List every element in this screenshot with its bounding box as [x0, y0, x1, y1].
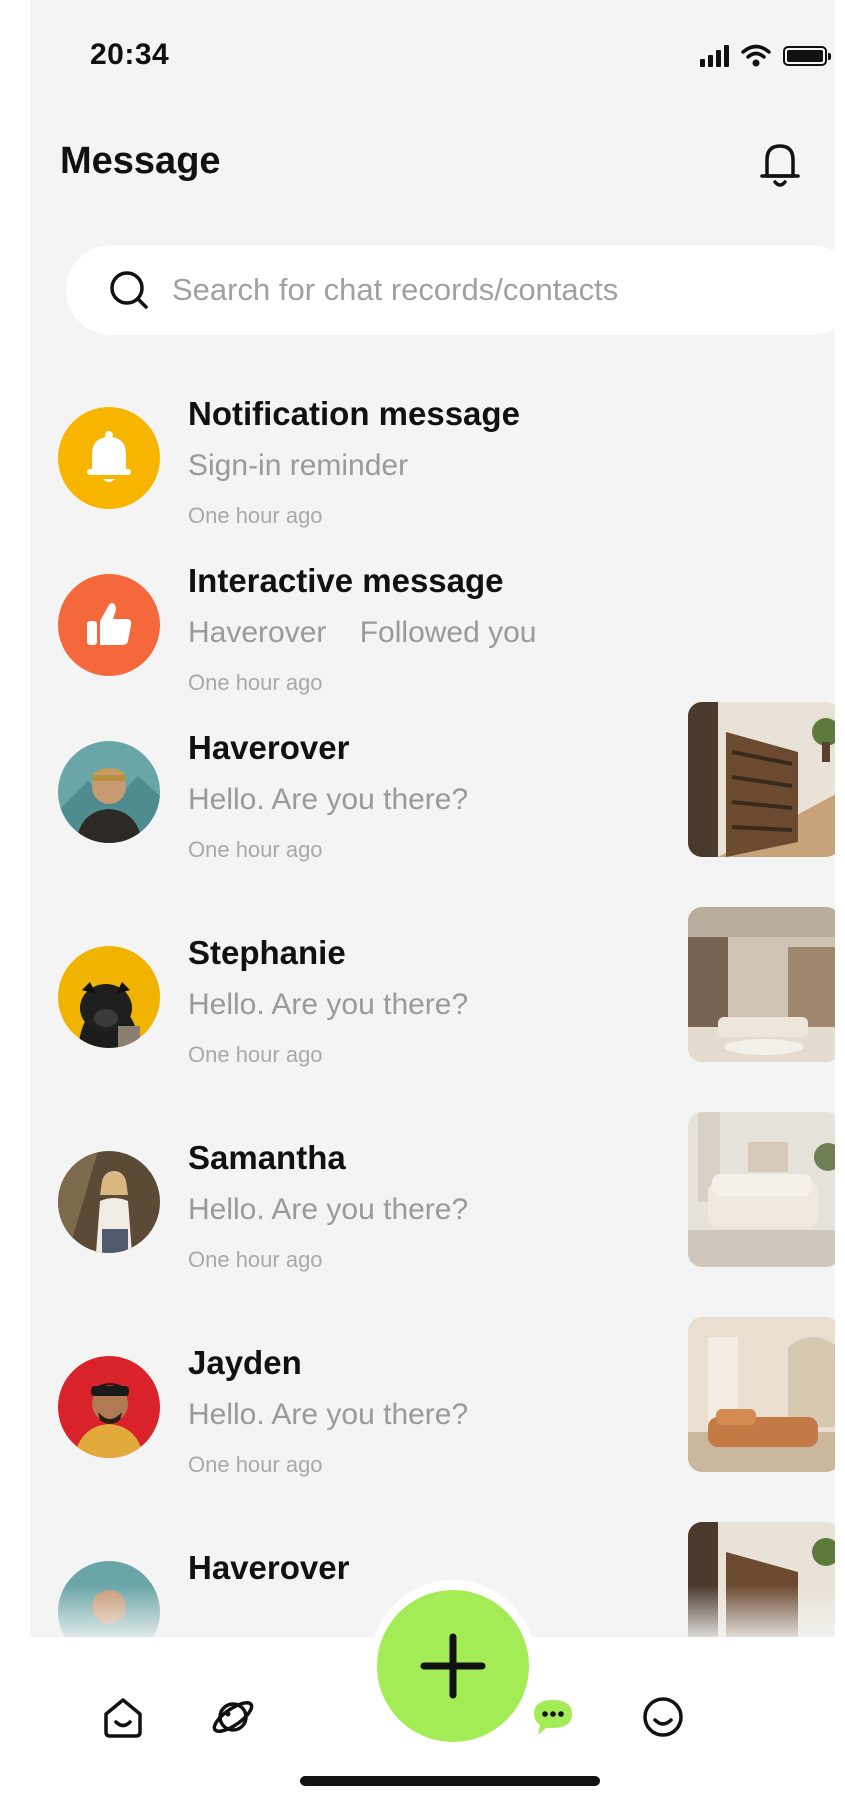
message-time: One hour ago	[188, 1247, 323, 1272]
add-icon	[420, 1633, 486, 1699]
list-item-notification[interactable]: Notification message Sign-in reminder On…	[30, 395, 835, 585]
status-icons	[700, 44, 831, 68]
contact-name: Haverover	[188, 1549, 350, 1586]
avatar	[58, 1356, 160, 1458]
list-item-chat[interactable]: Haverover Hello. Are you there? One hour…	[30, 702, 835, 919]
message-time: One hour ago	[188, 837, 323, 862]
avatar	[58, 1151, 160, 1253]
planet-icon[interactable]	[208, 1692, 258, 1742]
message-time: One hour ago	[188, 1042, 323, 1067]
home-icon[interactable]	[98, 1692, 148, 1742]
message-preview: Sign-in reminder	[188, 449, 409, 482]
list-item-chat[interactable]: Samantha Hello. Are you there? One hour …	[30, 1112, 835, 1329]
search-bar[interactable]	[66, 245, 835, 335]
message-preview: Haverover Followed you	[188, 616, 537, 649]
add-button[interactable]	[377, 1590, 529, 1742]
contact-name: Interactive message	[188, 562, 504, 599]
list-item-chat[interactable]: Stephanie Hello. Are you there? One hour…	[30, 907, 835, 1124]
home-indicator	[300, 1776, 600, 1786]
thumbs-up-icon	[87, 603, 132, 645]
message-time: One hour ago	[188, 503, 323, 528]
profile-icon[interactable]	[638, 1692, 688, 1742]
contact-name: Notification message	[188, 395, 520, 432]
status-time: 20:34	[90, 38, 170, 71]
contact-name: Stephanie	[188, 934, 346, 971]
thumbnail-image[interactable]	[688, 702, 835, 857]
message-preview: Hello. Are you there?	[188, 1193, 469, 1226]
message-time: One hour ago	[188, 1452, 323, 1477]
page-title: Message	[60, 140, 221, 182]
message-preview: Hello. Are you there?	[188, 783, 469, 816]
wifi-icon	[741, 44, 771, 67]
interactive-avatar	[58, 574, 160, 676]
thumbnail-image[interactable]	[688, 1112, 835, 1267]
contact-name: Haverover	[188, 729, 350, 766]
thumbnail-image[interactable]	[688, 907, 835, 1062]
contact-name: Jayden	[188, 1344, 302, 1381]
contact-name: Samantha	[188, 1139, 346, 1176]
search-icon	[110, 271, 148, 309]
notification-avatar	[58, 407, 160, 509]
message-preview: Hello. Are you there?	[188, 1398, 469, 1431]
message-preview: Hello. Are you there?	[188, 988, 469, 1021]
message-time: One hour ago	[188, 670, 323, 695]
bell-icon	[87, 431, 131, 482]
bell-icon[interactable]	[755, 138, 805, 192]
list-item-chat[interactable]: Jayden Hello. Are you there? One hour ag…	[30, 1317, 835, 1534]
message-icon[interactable]	[528, 1692, 578, 1742]
signal-icon	[700, 45, 729, 67]
avatar	[58, 741, 160, 843]
search-input[interactable]	[170, 271, 794, 309]
app-screen: 20:34 Message Search for chat records/co…	[30, 0, 835, 1808]
battery-icon	[783, 46, 831, 66]
thumbnail-image[interactable]	[688, 1317, 835, 1472]
avatar	[58, 946, 160, 1048]
